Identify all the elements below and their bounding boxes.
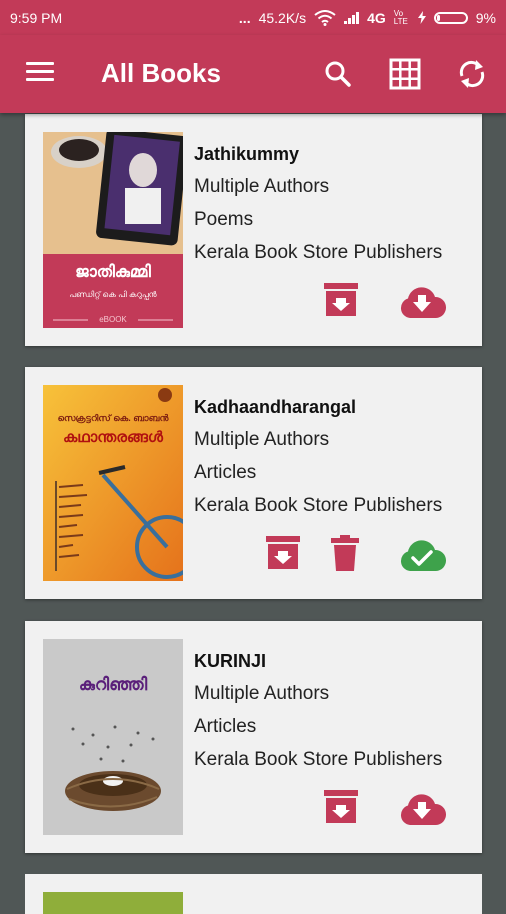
book-title: KURINJI: [194, 651, 267, 671]
book-cover[interactable]: സെക്രട്ടറിസ് കെ. ബാബൻ കഥാന്തരങ്ങൾ: [43, 385, 183, 581]
cover-title: കുറിഞ്ഞി: [78, 675, 148, 694]
status-time: 9:59 PM: [10, 9, 63, 26]
signal-icon: [344, 11, 360, 24]
cover-title: ജാതികുമ്മി: [75, 264, 151, 281]
volte-badge: Vo LTE: [393, 8, 408, 26]
cover-title: കഥാന്തരങ്ങൾ: [63, 429, 163, 446]
book-category: Articles: [194, 716, 257, 737]
cover-badge: eBOOK: [99, 315, 127, 324]
cloud-done-icon[interactable]: [398, 539, 446, 571]
book-category: Articles: [194, 462, 257, 483]
network-speed: 45.2K/s: [258, 9, 307, 26]
archive-icon[interactable]: [265, 535, 301, 571]
cover-author: സെക്രട്ടറിസ് കെ. ബാബൻ: [57, 413, 169, 423]
menu-icon[interactable]: [26, 62, 54, 82]
book-cover-image: [43, 639, 183, 835]
battery-icon: [433, 11, 468, 24]
book-card[interactable]: സെക്രട്ടറിസ് കെ. ബാബൻ കഥാന്തരങ്ങൾ Kadhaa…: [25, 367, 482, 599]
status-indicators: ... 45.2K/s 4G Vo LTE 9%: [238, 8, 496, 26]
book-publisher: Kerala Book Store Publishers: [194, 242, 443, 263]
status-bar: 9:59 PM ... 45.2K/s 4G Vo LTE 9%: [0, 0, 506, 35]
battery-level: 9%: [475, 9, 496, 26]
cloud-download-icon[interactable]: [398, 286, 446, 318]
book-card[interactable]: കുറിഞ്ഞി KURINJI Multiple Authors Articl…: [25, 621, 482, 853]
book-title: Jathikummy: [194, 144, 300, 164]
wifi-icon: [314, 9, 336, 26]
archive-icon[interactable]: [323, 789, 359, 825]
delete-icon[interactable]: [330, 535, 360, 571]
book-title: Kadhaandharangal: [194, 397, 357, 417]
cover-author: പണ്ഡിറ്റ് കെ പി കറുപ്പൻ: [69, 290, 157, 299]
book-card-partial[interactable]: [25, 874, 482, 914]
sync-icon[interactable]: [455, 57, 489, 91]
grid-view-icon[interactable]: [388, 57, 422, 91]
book-publisher: Kerala Book Store Publishers: [194, 749, 443, 770]
search-icon[interactable]: [321, 57, 355, 91]
book-card[interactable]: ജാതികുമ്മി പണ്ഡിറ്റ് കെ പി കറുപ്പൻ eBOOK…: [25, 114, 482, 346]
page-title: All Books: [101, 58, 221, 88]
archive-icon[interactable]: [323, 282, 359, 318]
app-bar: All Books: [0, 35, 506, 113]
book-cover[interactable]: കുറിഞ്ഞി: [43, 639, 183, 835]
charging-icon: [417, 11, 426, 24]
notification-dots: ...: [238, 9, 251, 26]
book-cover[interactable]: ജാതികുമ്മി പണ്ഡിറ്റ് കെ പി കറുപ്പൻ eBOOK: [43, 132, 183, 328]
book-publisher: Kerala Book Store Publishers: [194, 495, 443, 516]
book-cover-partial: [43, 892, 183, 914]
cloud-download-icon[interactable]: [398, 793, 446, 825]
book-author: Multiple Authors: [194, 176, 330, 197]
network-type: 4G: [367, 9, 386, 26]
book-author: Multiple Authors: [194, 429, 330, 450]
book-category: Poems: [194, 209, 254, 230]
book-author: Multiple Authors: [194, 683, 330, 704]
